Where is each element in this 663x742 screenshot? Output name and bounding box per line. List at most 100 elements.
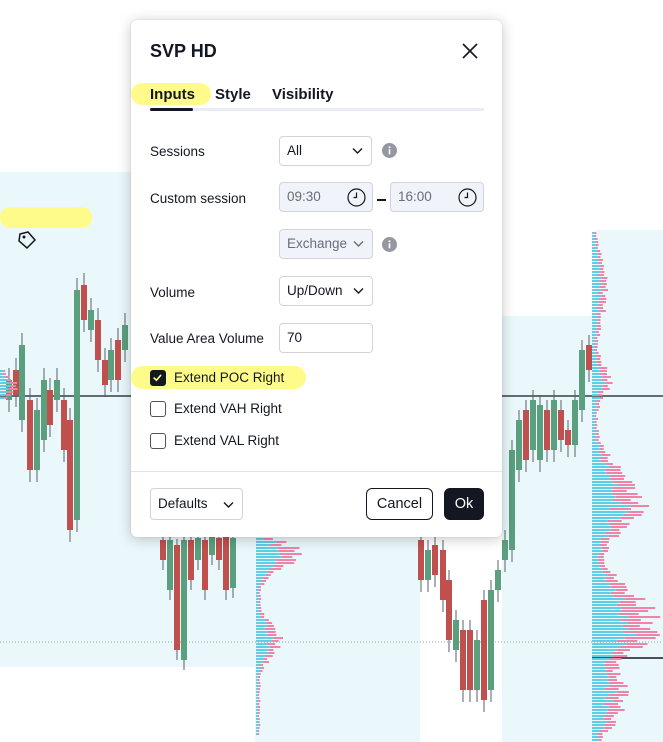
profile-bar-up — [592, 349, 596, 351]
profile-bar-down — [628, 511, 644, 513]
profile-bar-up — [256, 694, 258, 696]
cancel-button[interactable]: Cancel — [366, 488, 433, 520]
profile-bar-up — [592, 508, 610, 510]
profile-bar-down — [257, 676, 261, 678]
profile-bar-down — [257, 703, 260, 705]
profile-bar-up — [256, 616, 262, 618]
profile-bar-down — [594, 232, 597, 234]
profile-bar-up — [592, 733, 598, 735]
tab-style[interactable]: Style — [215, 86, 251, 103]
info-icon[interactable] — [382, 237, 397, 252]
extend-vah-right-checkbox[interactable] — [150, 401, 166, 417]
profile-bar-up — [592, 706, 609, 708]
profile-bar-up — [256, 592, 258, 594]
profile-bar-down — [261, 667, 265, 669]
profile-bar-up — [592, 541, 601, 543]
profile-bar-up — [592, 271, 601, 273]
timezone-select[interactable]: Exchange — [279, 229, 373, 259]
profile-bar-up — [592, 364, 598, 366]
profile-bar-up — [592, 472, 607, 474]
profile-bar-down — [596, 313, 601, 315]
candle-body — [34, 410, 40, 470]
close-icon[interactable] — [457, 38, 483, 64]
indicator-settings-dialog: SVP HD Inputs Style Visibility Sessions … — [131, 20, 502, 537]
profile-bar-down — [616, 640, 638, 642]
profile-bar-up — [592, 298, 599, 300]
candle-body — [488, 590, 494, 690]
profile-bar-down — [259, 613, 265, 615]
value-area-volume-input[interactable]: 70 — [279, 323, 373, 353]
dialog-title: SVP HD — [150, 41, 217, 61]
profile-bar-up — [592, 334, 597, 336]
profile-bar-up — [592, 685, 609, 687]
profile-bar-down — [600, 271, 605, 273]
profile-bar-down — [595, 340, 599, 342]
candle-body — [216, 538, 222, 560]
profile-bar-down — [594, 415, 597, 417]
defaults-dropdown[interactable]: Defaults — [150, 488, 243, 520]
profile-bar-up — [592, 436, 597, 438]
extend-poc-right-checkbox[interactable] — [150, 370, 166, 386]
profile-bar-down — [266, 622, 273, 624]
profile-bar-up — [592, 457, 600, 459]
profile-bar-down — [618, 484, 635, 486]
profile-bar-up — [256, 541, 277, 543]
candle-body — [537, 405, 543, 460]
profile-bar-up — [592, 316, 598, 318]
profile-bar-up — [592, 601, 620, 603]
profile-bar-up — [256, 655, 266, 657]
profile-bar-down — [258, 589, 261, 591]
volume-select[interactable]: Up/Down — [279, 276, 373, 306]
candle-body — [572, 400, 578, 445]
info-icon[interactable] — [382, 143, 397, 158]
profile-bar-down — [597, 556, 604, 558]
profile-bar-down — [258, 586, 261, 588]
profile-bar-up — [592, 382, 607, 384]
profile-bar-up — [592, 592, 611, 594]
chevron-down-icon — [352, 148, 363, 154]
profile-bar-up — [256, 703, 258, 705]
profile-bar-down — [598, 298, 607, 300]
profile-bar-down — [627, 622, 653, 624]
profile-bar-down — [262, 577, 269, 579]
profile-bar-up — [592, 670, 607, 672]
profile-bar-down — [264, 628, 276, 630]
profile-bar-up — [592, 493, 613, 495]
profile-bar-down — [598, 451, 606, 453]
profile-bar-down — [599, 448, 604, 450]
profile-bar-up — [592, 367, 599, 369]
candle-body — [108, 350, 114, 380]
sessions-select[interactable]: All — [279, 136, 372, 166]
candle-body — [565, 430, 571, 445]
tab-inputs[interactable]: Inputs — [150, 86, 195, 103]
profile-bar-up — [592, 703, 604, 705]
session-end-input[interactable]: 16:00 — [390, 182, 484, 212]
session-start-input[interactable]: 09:30 — [279, 182, 373, 212]
profile-bar-down — [600, 538, 610, 540]
profile-bar-down — [596, 241, 599, 243]
profile-bar-down — [595, 403, 600, 405]
profile-bar-up — [256, 577, 263, 579]
profile-bar-down — [636, 634, 660, 636]
profile-bar-down — [594, 235, 597, 237]
profile-bar-up — [592, 586, 612, 588]
candle-body — [81, 285, 87, 320]
profile-bar-up — [592, 547, 602, 549]
profile-bar-down — [267, 571, 274, 573]
profile-bar-down — [622, 625, 640, 627]
profile-bar-down — [261, 616, 265, 618]
extend-val-right-checkbox[interactable] — [150, 433, 166, 449]
tab-visibility[interactable]: Visibility — [272, 86, 333, 103]
profile-bar-down — [258, 601, 261, 603]
profile-bar-down — [612, 481, 633, 483]
profile-bar-up — [592, 724, 605, 726]
profile-bar-up — [592, 256, 598, 258]
ok-button[interactable]: Ok — [444, 488, 484, 520]
profile-bar-up — [256, 550, 279, 552]
profile-bar-down — [604, 715, 614, 717]
profile-bar-up — [592, 262, 599, 264]
profile-bar-down — [258, 607, 262, 609]
profile-bar-up — [256, 664, 260, 666]
profile-bar-up — [592, 292, 598, 294]
profile-bar-up — [592, 268, 600, 270]
